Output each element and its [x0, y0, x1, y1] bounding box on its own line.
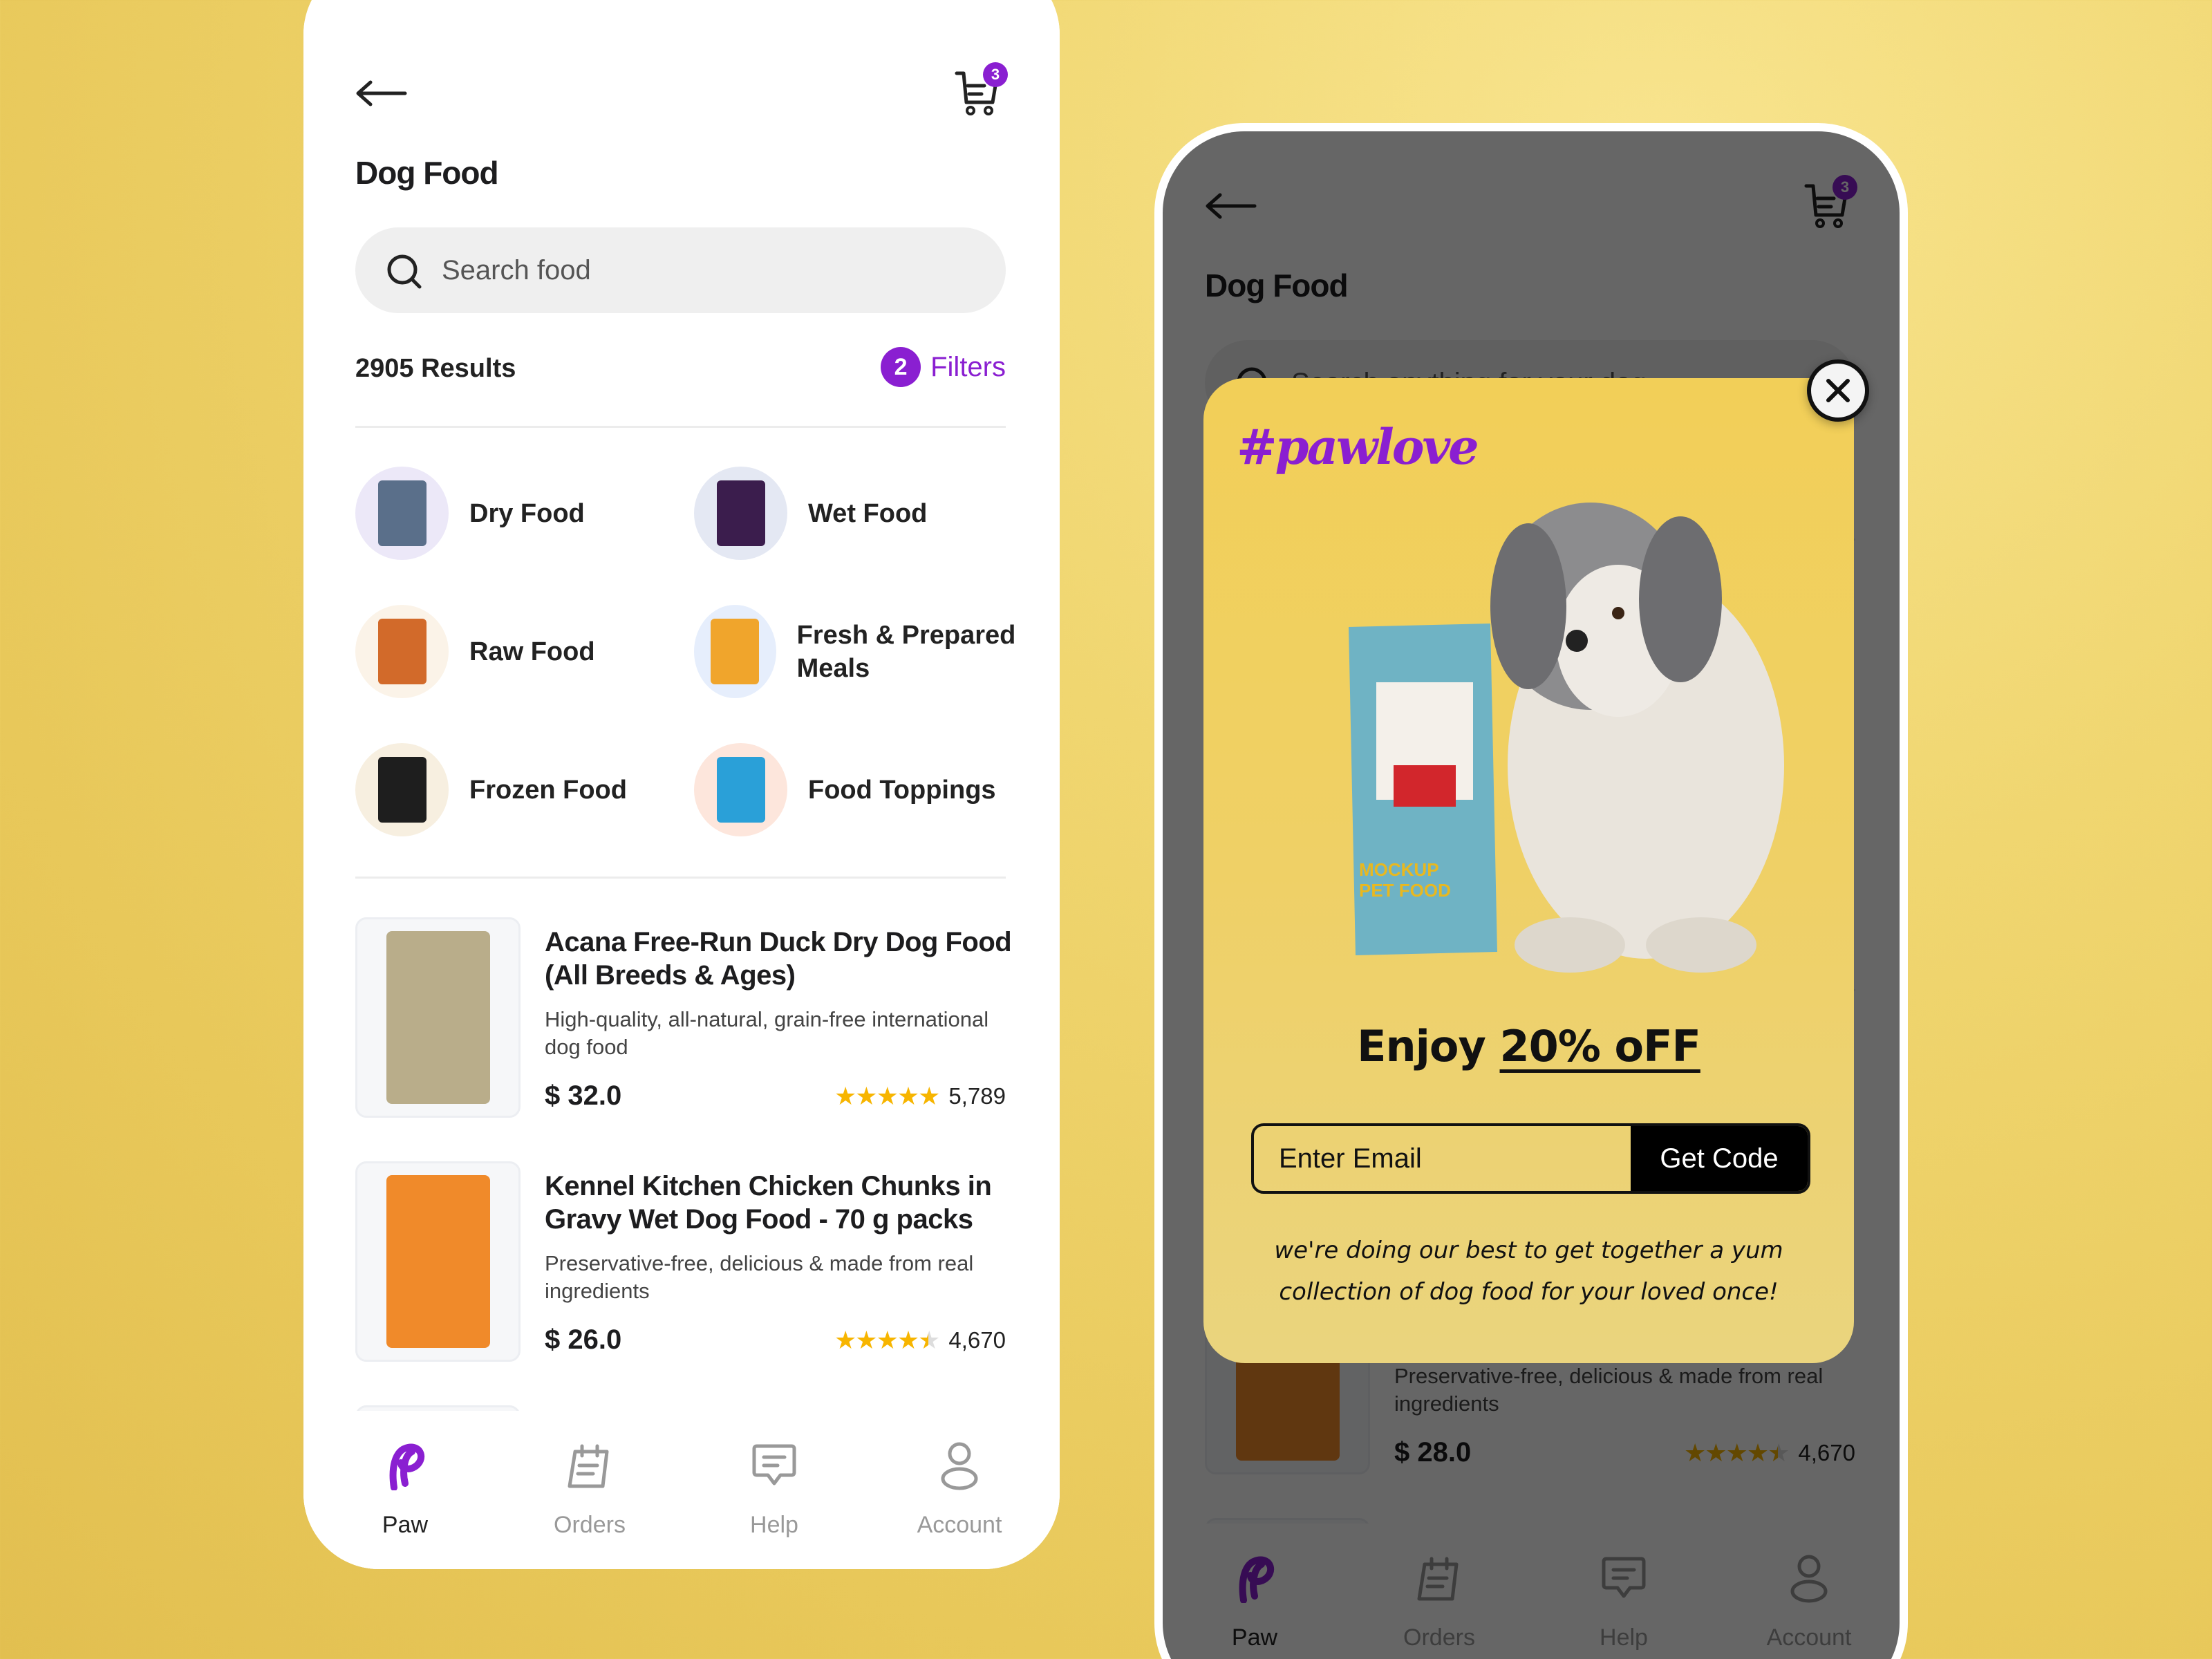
- category-label: Raw Food: [469, 637, 595, 666]
- category-label: Wet Food: [808, 498, 928, 528]
- category-item[interactable]: Raw Food: [355, 605, 595, 698]
- category-item[interactable]: Food Toppings: [694, 743, 996, 836]
- nav-label: Orders: [554, 1512, 626, 1538]
- cart-count-badge: 3: [983, 62, 1008, 87]
- star-rating-icons: ★★★★★: [834, 1082, 940, 1110]
- arrow-left-icon: [355, 80, 408, 110]
- filters-count-badge: 2: [881, 347, 921, 387]
- page-title: Dog Food: [355, 155, 499, 191]
- results-count: 2905 Results: [355, 354, 516, 383]
- promo-message: we're doing our best to get together a y…: [1274, 1237, 1783, 1306]
- nav-item-orders[interactable]: Orders: [521, 1438, 659, 1539]
- product-description: Preservative-free, delicious & made from…: [545, 1251, 974, 1303]
- filters-label: Filters: [930, 351, 1006, 382]
- orders-icon: [521, 1438, 659, 1494]
- category-item[interactable]: Fresh & Prepared Meals: [694, 605, 1060, 698]
- search-input[interactable]: Search food: [355, 227, 1006, 313]
- category-label: Food Toppings: [808, 775, 996, 805]
- category-item[interactable]: Wet Food: [694, 467, 927, 560]
- paw-logo-icon: [336, 1438, 474, 1494]
- back-button[interactable]: [355, 79, 408, 107]
- category-image: [694, 605, 776, 698]
- product-price: $ 26.0: [545, 1324, 622, 1355]
- product-price: $ 32.0: [545, 1080, 622, 1111]
- search-placeholder: Search food: [442, 255, 591, 285]
- offer-percent: 20% oFF: [1499, 1021, 1701, 1071]
- bottom-nav: Paw Orders Help Account: [303, 1411, 1060, 1569]
- close-icon: [1826, 379, 1850, 402]
- divider: [355, 426, 1006, 428]
- nav-label: Help: [750, 1512, 798, 1538]
- category-label: Frozen Food: [469, 775, 627, 805]
- category-label: Fresh & Prepared Meals: [796, 620, 1016, 683]
- hashtag-logo: #pawlove: [1237, 418, 1479, 476]
- product-title[interactable]: Kennel Kitchen Chicken Chunks in Gravy W…: [545, 1170, 1015, 1236]
- product-image[interactable]: [355, 1161, 521, 1362]
- account-icon: [890, 1438, 1029, 1494]
- category-image: [355, 605, 449, 698]
- email-input[interactable]: Enter Email: [1254, 1126, 1631, 1191]
- help-chat-icon: [705, 1438, 843, 1494]
- review-count: 5,789: [948, 1083, 1006, 1109]
- bag-label: MOCKUP: [1359, 859, 1439, 880]
- nav-item-help[interactable]: Help: [705, 1438, 843, 1539]
- category-image: [355, 743, 449, 836]
- review-count: 4,670: [948, 1327, 1006, 1353]
- nav-label: Paw: [382, 1512, 429, 1538]
- category-item[interactable]: Frozen Food: [355, 743, 627, 836]
- category-image: [694, 743, 787, 836]
- category-item[interactable]: Dry Food: [355, 467, 585, 560]
- product-image[interactable]: [355, 917, 521, 1118]
- divider: [355, 877, 1006, 879]
- product-rating: ★★★★★ 5,789: [834, 1082, 1006, 1111]
- nav-item-paw[interactable]: Paw: [336, 1438, 474, 1539]
- offer-headline: Enjoy 20% oFF: [1357, 1021, 1701, 1071]
- product-title[interactable]: Acana Free-Run Duck Dry Dog Food (All Br…: [545, 926, 1015, 992]
- email-form: Enter Email Get Code: [1251, 1123, 1810, 1194]
- product-description: High-quality, all-natural, grain-free in…: [545, 1007, 989, 1059]
- close-modal-button[interactable]: [1807, 359, 1869, 422]
- cart-button[interactable]: 3: [954, 62, 1008, 115]
- nav-item-account[interactable]: Account: [890, 1438, 1029, 1539]
- product-rating: ★★★★★ 4,670: [834, 1326, 1006, 1355]
- nav-label: Account: [917, 1512, 1002, 1538]
- category-label: Dry Food: [469, 498, 585, 528]
- category-image: [694, 467, 787, 560]
- phone-search-screen: 3 Dog Food Search food 2905 Results 2 Filters…: [303, 0, 1060, 1569]
- promo-modal: MOCKUP PET FOOD #pawlove Enjoy 20% oFF E…: [1203, 378, 1854, 1363]
- svg-text:PET FOOD: PET FOOD: [1359, 880, 1451, 901]
- star-rating-icons: ★★★★★: [834, 1326, 940, 1354]
- get-code-button[interactable]: Get Code: [1631, 1126, 1808, 1191]
- filters-button[interactable]: 2 Filters: [881, 347, 1006, 387]
- category-image: [355, 467, 449, 560]
